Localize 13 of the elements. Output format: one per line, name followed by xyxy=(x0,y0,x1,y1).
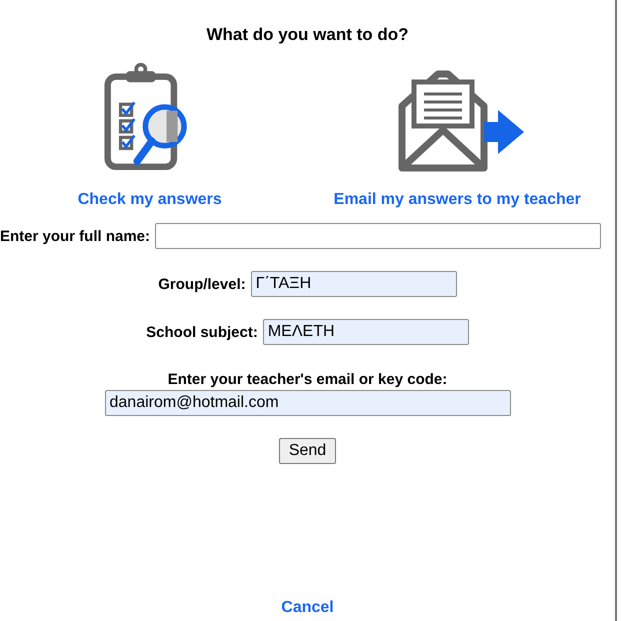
option-link[interactable]: Check my answers xyxy=(78,191,222,209)
field-label: School subject: xyxy=(146,324,258,340)
input-field[interactable]: ΜΕΛΕΤΗ xyxy=(262,319,469,345)
field-label: Enter your teacher's email or key code: xyxy=(168,371,448,388)
input-field[interactable] xyxy=(155,223,602,249)
field-label: Enter your full name: xyxy=(0,228,150,244)
input-field[interactable]: Γ΄ΤΑΞΗ xyxy=(250,271,457,297)
input-field[interactable]: danairom@hotmail.com xyxy=(104,390,510,416)
field-label: Group/level: xyxy=(158,276,246,292)
dialog-title: What do you want to do? xyxy=(206,25,409,45)
send-button[interactable]: Send xyxy=(278,438,336,464)
cancel-link[interactable]: Cancel xyxy=(281,599,334,617)
option-link[interactable]: Email my answers to my teacher xyxy=(334,191,581,209)
